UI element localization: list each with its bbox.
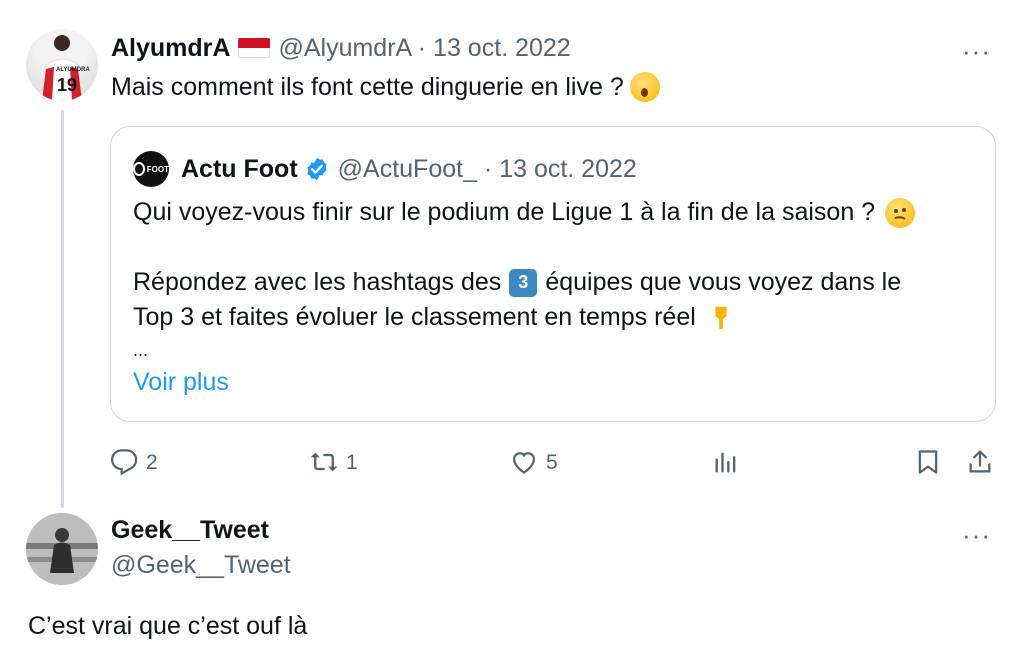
quote-author-name: Actu Foot: [181, 154, 298, 183]
handle-date[interactable]: @AlyumdrA · 13 oct. 2022: [278, 34, 570, 63]
quote-line-3-text: Top 3 et faites évoluer le classement en…: [133, 303, 696, 331]
quote-line-2b-text: équipes que vous voyez dans le: [545, 268, 902, 296]
retweet-button[interactable]: 1: [310, 442, 358, 482]
quote-header: FOOT Actu Foot @ActuFoot_ · 13 oct. 2022: [133, 151, 637, 187]
share-button[interactable]: [966, 442, 1002, 482]
quoted-tweet-card[interactable]: FOOT Actu Foot @ActuFoot_ · 13 oct. 2022…: [110, 126, 996, 422]
avatar[interactable]: ALYUMDRA 19: [26, 29, 98, 101]
keycap-3-emoji-icon: 3: [509, 268, 538, 297]
quote-body: Qui voyez-vous finir sur le podium de Li…: [133, 195, 973, 400]
tweet-action-bar: 2 1 5: [110, 442, 996, 482]
more-options-icon[interactable]: ···: [962, 38, 991, 64]
jersey-name: ALYUMDRA: [56, 67, 90, 73]
surprised-emoji-icon: [629, 72, 660, 102]
pointing-down-emoji-icon: [706, 303, 736, 333]
views-button[interactable]: [712, 442, 748, 482]
quote-avatar-label: FOOT: [146, 164, 169, 174]
quote-line-3: Top 3 et faites évoluer le classement en…: [133, 300, 973, 335]
tweet-header: AlyumdrA @AlyumdrA · 13 oct. 2022: [111, 30, 571, 66]
reply-author-name[interactable]: Geek__Tweet: [111, 516, 269, 545]
quote-line-2: Répondez avec les hashtags des 3 équipes…: [133, 265, 973, 300]
quote-avatar: FOOT: [133, 151, 169, 187]
reply-icon: [110, 449, 138, 476]
quote-handle-date: @ActuFoot_ · 13 oct. 2022: [337, 154, 637, 183]
reply-count: 2: [146, 450, 158, 474]
verified-badge-icon: [304, 156, 330, 182]
reply-handle[interactable]: @Geek__Tweet: [111, 551, 291, 580]
quote-line-1-text: Qui voyez-vous finir sur le podium de Li…: [133, 198, 876, 226]
jersey-number: 19: [57, 75, 77, 95]
tweet-text-content: Mais comment ils font cette dinguerie en…: [111, 73, 624, 101]
heart-icon: [512, 452, 536, 474]
like-button[interactable]: 5: [510, 442, 558, 482]
retweet-icon: [310, 452, 338, 472]
like-count: 5: [546, 450, 558, 474]
author-name[interactable]: AlyumdrA: [111, 34, 230, 63]
reply-button[interactable]: 2: [110, 442, 158, 482]
bookmark-icon: [918, 450, 938, 474]
reply-text: C’est vrai que c’est ouf là: [28, 612, 308, 640]
thinking-face-emoji-icon: [885, 197, 916, 228]
monaco-flag-icon: [238, 38, 271, 58]
retweet-count: 1: [346, 450, 358, 474]
views-chart-icon: [715, 452, 736, 473]
quote-line-2a-text: Répondez avec les hashtags des: [133, 268, 502, 296]
reply-more-options-icon[interactable]: ···: [962, 522, 991, 548]
quote-line-1: Qui voyez-vous finir sur le podium de Li…: [133, 195, 973, 230]
read-more-link[interactable]: Voir plus: [133, 365, 973, 400]
bookmark-button[interactable]: [914, 442, 950, 482]
quote-ellipsis: ...: [133, 340, 149, 360]
tweet-text: Mais comment ils font cette dinguerie en…: [111, 70, 660, 104]
share-icon: [969, 450, 991, 473]
reply-avatar[interactable]: [26, 513, 98, 585]
thread-line: [61, 110, 64, 508]
